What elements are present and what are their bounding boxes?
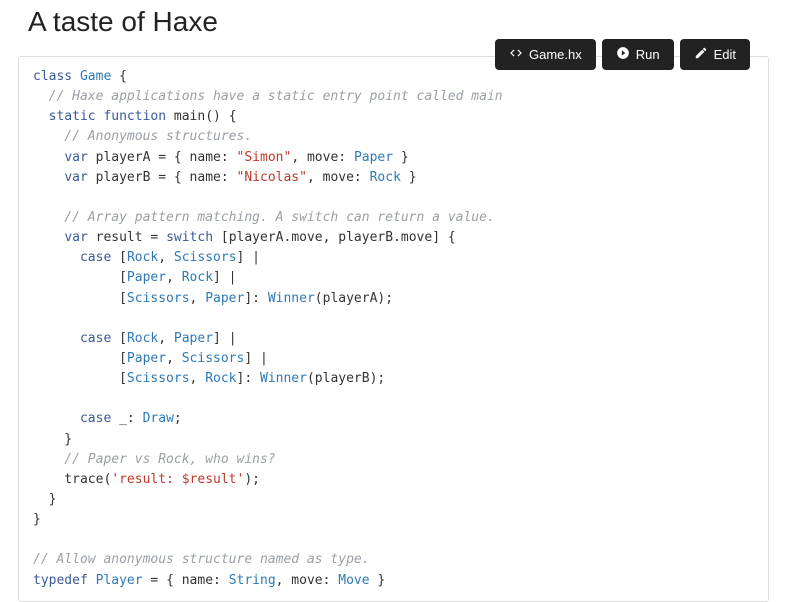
file-button[interactable]: Game.hx: [495, 39, 596, 70]
file-label: Game.hx: [529, 47, 582, 62]
run-button[interactable]: Run: [602, 39, 674, 70]
pencil-icon: [694, 46, 708, 63]
edit-label: Edit: [714, 47, 736, 62]
toolbar: Game.hx Run Edit: [495, 39, 750, 70]
play-icon: [616, 46, 630, 63]
page-title: A taste of Haxe: [28, 6, 769, 38]
code-block: Game.hx Run Edit class Game { // Haxe ap…: [18, 56, 769, 602]
edit-button[interactable]: Edit: [680, 39, 750, 70]
code-content: class Game { // Haxe applications have a…: [19, 57, 768, 601]
run-label: Run: [636, 47, 660, 62]
code-icon: [509, 46, 523, 63]
